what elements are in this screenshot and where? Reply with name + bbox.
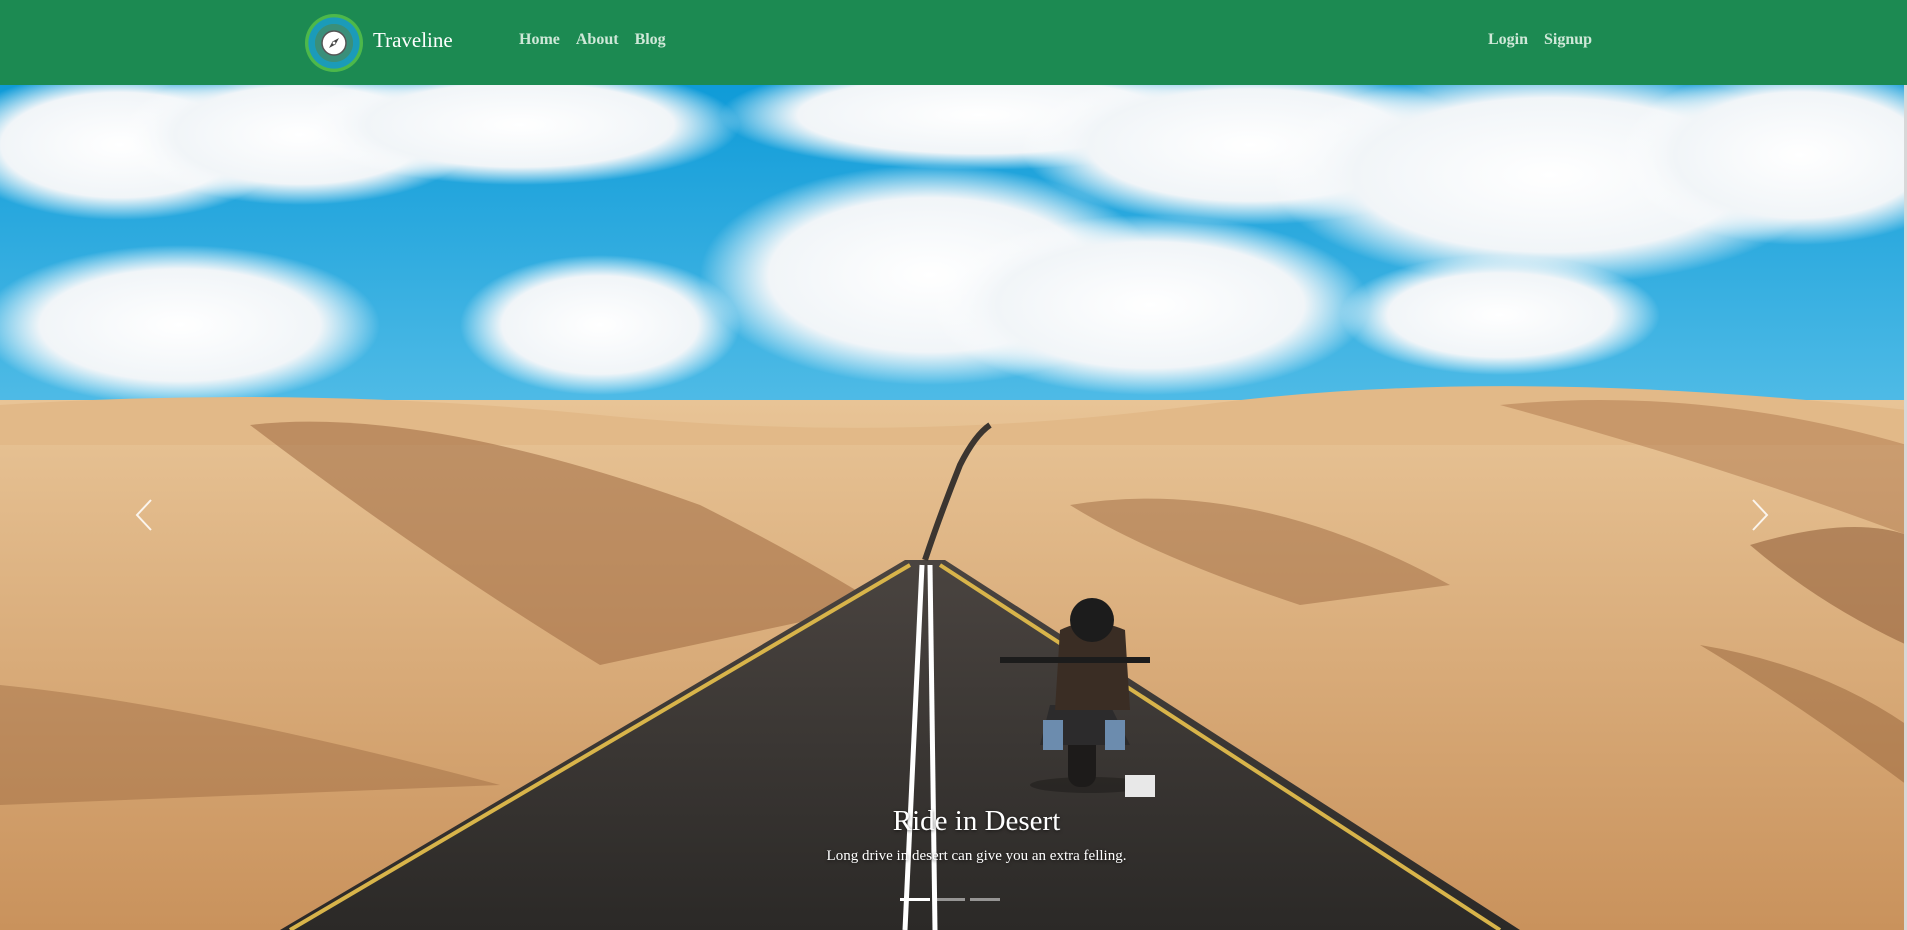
nav-about-link[interactable]: About xyxy=(576,31,619,49)
signup-link[interactable]: Signup xyxy=(1544,31,1592,49)
chevron-left-icon xyxy=(135,499,152,531)
carousel-indicators xyxy=(900,898,1000,901)
brand-link[interactable]: Traveline xyxy=(305,14,453,72)
slide-description: Long drive in desert can give you an ext… xyxy=(826,848,1127,864)
brand-name: Traveline xyxy=(373,27,453,52)
carousel-next-button[interactable] xyxy=(1740,490,1780,540)
navbar: Traveline Home About Blog Login Signup xyxy=(0,0,1907,85)
carousel-indicator-3[interactable] xyxy=(970,898,1000,901)
slide-title: Ride in Desert xyxy=(892,805,1061,837)
nav-account: Login Signup xyxy=(1488,31,1592,49)
compass-icon xyxy=(305,14,363,72)
slide-image-desert-road xyxy=(0,85,1907,930)
carousel-prev-button[interactable] xyxy=(124,490,164,540)
nav-blog-link[interactable]: Blog xyxy=(635,31,666,49)
login-link[interactable]: Login xyxy=(1488,31,1528,49)
nav-home-link[interactable]: Home xyxy=(519,31,560,49)
carousel-indicator-1[interactable] xyxy=(900,898,930,901)
hero-carousel: Ride in Desert Long drive in desert can … xyxy=(0,85,1907,930)
chevron-right-icon xyxy=(1752,499,1769,531)
page: Traveline Home About Blog Login Signup R… xyxy=(0,0,1907,930)
carousel-caption: Ride in Desert Long drive in desert can … xyxy=(0,805,1907,865)
carousel-indicator-2[interactable] xyxy=(935,898,965,901)
nav-primary: Home About Blog xyxy=(519,31,666,49)
